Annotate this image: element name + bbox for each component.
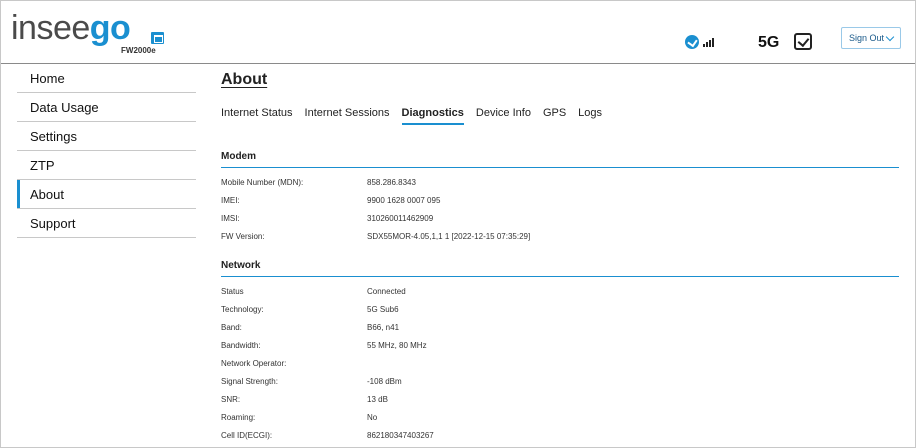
sidebar-item-label: About — [30, 186, 64, 202]
info-row: IMSI: 310260011462909 — [221, 214, 899, 232]
row-key: Band: — [221, 323, 242, 332]
signal-bar-icon — [706, 42, 708, 47]
sidebar-item-ztp[interactable]: ZTP — [17, 151, 196, 180]
device-model: FW2000e — [121, 46, 156, 55]
info-row: Band: B66, n41 — [221, 323, 899, 341]
sidebar-item-settings[interactable]: Settings — [17, 122, 196, 151]
row-key: IMSI: — [221, 214, 240, 223]
page-title: About — [221, 71, 268, 88]
sidebar-nav: Home Data Usage Settings ZTP About Suppo… — [17, 64, 196, 238]
modem-section: Modem Mobile Number (MDN): 858.286.8343 I… — [221, 151, 899, 250]
connected-check-icon — [685, 35, 699, 49]
row-value: 310260011462909 — [367, 214, 434, 223]
tab-gps[interactable]: GPS — [543, 107, 566, 125]
info-row: Technology: 5G Sub6 — [221, 305, 899, 323]
device-status-icon — [794, 33, 812, 50]
logo-text-part1: insee — [11, 9, 90, 47]
row-value: SDX55MOR-4.05,1,1 1 [2022-12-15 07:35:29… — [367, 232, 531, 241]
tab-logs[interactable]: Logs — [578, 107, 602, 125]
sign-out-label: Sign Out — [849, 33, 885, 43]
row-key: Mobile Number (MDN): — [221, 178, 304, 187]
row-value: No — [367, 413, 378, 422]
network-section: Network Status Connected Technology: 5G Su… — [221, 260, 899, 448]
signal-bar-icon — [709, 40, 711, 47]
row-value: 13 dB — [367, 395, 388, 404]
sidebar-item-about[interactable]: About — [17, 180, 196, 209]
row-key: Status — [221, 287, 244, 296]
tab-bar: Internet Status Internet Sessions Diagno… — [221, 107, 614, 125]
row-key: IMEI: — [221, 196, 240, 205]
signal-bar-icon — [712, 38, 714, 47]
info-row: Signal Strength: -108 dBm — [221, 377, 899, 395]
tab-internet-sessions[interactable]: Internet Sessions — [305, 107, 390, 125]
section-heading: Network — [221, 260, 899, 277]
logo-text-part2: go — [89, 9, 131, 47]
row-key: FW Version: — [221, 232, 265, 241]
info-row: FW Version: SDX55MOR-4.05,1,1 1 [2022-12-… — [221, 232, 899, 250]
row-value: Connected — [367, 287, 406, 296]
info-row: Roaming: No — [221, 413, 899, 431]
ethernet-icon — [151, 32, 164, 44]
info-row: SNR: 13 dB — [221, 395, 899, 413]
tab-device-info[interactable]: Device Info — [476, 107, 531, 125]
info-row: Bandwidth: 55 MHz, 80 MHz — [221, 341, 899, 359]
row-value: 5G Sub6 — [367, 305, 399, 314]
sidebar-item-support[interactable]: Support — [17, 209, 196, 238]
sign-out-button[interactable]: Sign Out — [841, 27, 901, 49]
sidebar-item-label: Data Usage — [30, 99, 99, 115]
tab-diagnostics[interactable]: Diagnostics — [401, 107, 464, 125]
info-row: Mobile Number (MDN): 858.286.8343 — [221, 178, 899, 196]
header: inseego FW2000e 5G Sign Out — [1, 1, 915, 64]
info-row: Cell ID(ECGI): 862180347403267 — [221, 431, 899, 448]
row-value: 862180347403267 — [367, 431, 434, 440]
row-key: Roaming: — [221, 413, 256, 422]
info-row: Network Operator: — [221, 359, 899, 377]
row-value: 55 MHz, 80 MHz — [367, 341, 427, 350]
sidebar-item-label: Home — [30, 70, 65, 86]
row-key: Network Operator: — [221, 359, 287, 368]
row-value: 858.286.8343 — [367, 178, 416, 187]
sidebar-item-label: ZTP — [30, 157, 55, 173]
row-key: SNR: — [221, 395, 241, 404]
row-value: B66, n41 — [367, 323, 400, 332]
sidebar-item-home[interactable]: Home — [17, 64, 196, 93]
row-key: Bandwidth: — [221, 341, 261, 350]
chevron-down-icon — [885, 32, 895, 42]
info-row: Status Connected — [221, 287, 899, 305]
row-key: Signal Strength: — [221, 377, 278, 386]
row-value: 9900 1628 0007 095 — [367, 196, 441, 205]
sidebar-item-data-usage[interactable]: Data Usage — [17, 93, 196, 122]
sidebar-item-label: Support — [30, 215, 76, 231]
sidebar-item-label: Settings — [30, 128, 77, 144]
tab-internet-status[interactable]: Internet Status — [221, 107, 293, 125]
inseego-logo[interactable]: inseego — [11, 9, 131, 47]
row-key: Cell ID(ECGI): — [221, 431, 273, 440]
info-row: IMEI: 9900 1628 0007 095 — [221, 196, 899, 214]
row-key: Technology: — [221, 305, 264, 314]
network-type-label: 5G — [758, 34, 780, 51]
signal-status — [685, 32, 717, 50]
section-heading: Modem — [221, 151, 899, 168]
row-value: -108 dBm — [367, 377, 402, 386]
signal-bar-icon — [703, 44, 705, 47]
